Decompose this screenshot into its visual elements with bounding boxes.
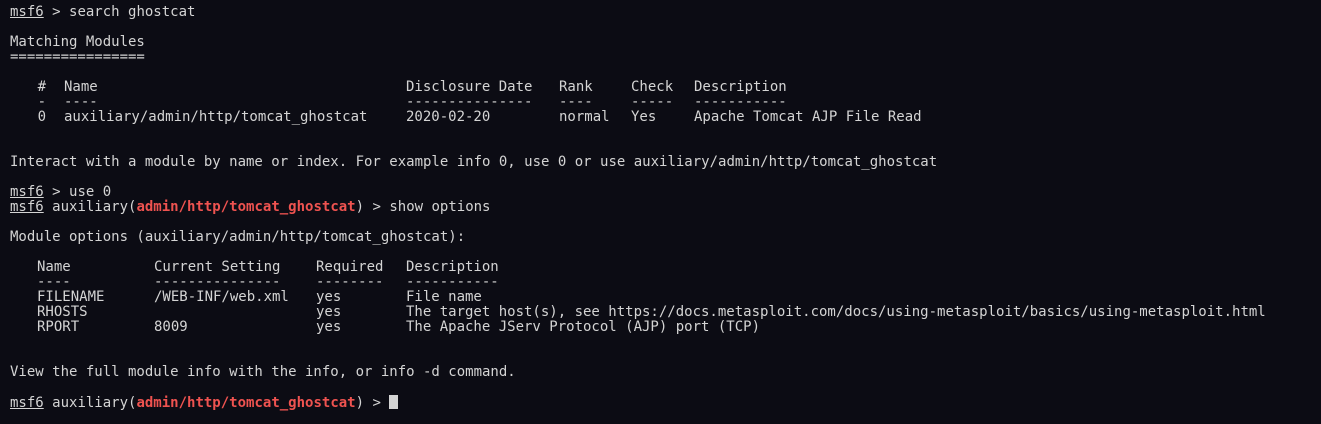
table-row: RPORT 8009 yes The Apache JServ Protocol… <box>10 320 1321 335</box>
row-description: Apache Tomcat AJP File Read <box>694 109 922 125</box>
dash-required: -------- <box>316 274 384 290</box>
header-description: Description <box>694 79 787 95</box>
dash-description: ----------- <box>694 94 787 110</box>
option-name: RPORT <box>37 319 80 335</box>
prompt-user: msf6 <box>10 395 44 411</box>
command-text: search ghostcat <box>69 4 196 20</box>
prompt-module-name: admin/http/tomcat_ghostcat <box>136 199 356 215</box>
prompt-user: msf6 <box>10 4 44 20</box>
dash-current-setting: --------------- <box>154 274 281 290</box>
prompt-module-prefix: auxiliary( <box>52 395 137 411</box>
prompt-separator: > <box>364 199 390 215</box>
header-current-setting: Current Setting <box>154 259 281 275</box>
row-index: 0 <box>37 109 46 125</box>
option-required: yes <box>316 289 342 305</box>
dash-rank: ---- <box>559 94 593 110</box>
option-current: 8009 <box>154 319 188 335</box>
dash-description: ----------- <box>406 274 499 290</box>
header-name: Name <box>37 259 71 275</box>
dash-date: --------------- <box>406 94 533 110</box>
header-name: Name <box>64 79 98 95</box>
section-underline: ================ <box>10 49 145 65</box>
active-prompt[interactable]: msf6 auxiliary(admin/http/tomcat_ghostca… <box>10 395 1321 411</box>
header-required: Required <box>316 259 384 275</box>
dash-name: ---- <box>37 274 71 290</box>
prompt-module-suffix: ) <box>355 199 365 215</box>
option-required: yes <box>316 319 342 335</box>
table-row: RHOSTS yes The target host(s), see https… <box>10 305 1321 320</box>
row-name: auxiliary/admin/http/tomcat_ghostcat <box>64 109 368 125</box>
row-rank: normal <box>559 109 610 125</box>
options-title: Module options (auxiliary/admin/http/tom… <box>10 229 466 245</box>
footer-text: View the full module info with the info,… <box>10 364 516 380</box>
prompt-user: msf6 <box>10 199 44 215</box>
prompt-module-name: admin/http/tomcat_ghostcat <box>136 395 356 411</box>
option-current <box>154 305 316 320</box>
cursor-block[interactable] <box>389 395 399 409</box>
header-check: Check <box>631 79 674 95</box>
header-index: # <box>37 79 46 95</box>
option-name: RHOSTS <box>37 304 88 320</box>
dash-index: - <box>37 94 46 110</box>
command-line-use: msf6 > use 0 <box>10 185 1321 200</box>
prompt-separator: > <box>364 395 390 411</box>
command-line-show: msf6 auxiliary(admin/http/tomcat_ghostca… <box>10 200 1321 215</box>
prompt-module-suffix: ) <box>355 395 365 411</box>
options-table-header: Name Current Setting Required Descriptio… <box>10 260 1321 275</box>
option-description: The target host(s), see https://docs.met… <box>406 304 1266 320</box>
prompt-separator: > <box>43 184 70 200</box>
option-description: File name <box>406 289 482 305</box>
command-text: use 0 <box>69 184 112 200</box>
header-description: Description <box>406 259 499 275</box>
section-title: Matching Modules <box>10 34 145 50</box>
dash-name: ---- <box>64 94 98 110</box>
command-line-search: msf6 > search ghostcat <box>10 5 1321 20</box>
table-row: 0 auxiliary/admin/http/tomcat_ghostcat 2… <box>10 110 1321 125</box>
prompt-module-prefix: auxiliary( <box>52 199 137 215</box>
prompt-separator: > <box>43 4 70 20</box>
search-table-dashes: - ---- --------------- ---- ----- ------… <box>10 95 1321 110</box>
prompt-user: msf6 <box>10 184 44 200</box>
option-name: FILENAME <box>37 289 105 305</box>
hint-text: Interact with a module by name or index.… <box>10 154 938 170</box>
header-rank: Rank <box>559 79 593 95</box>
option-required: yes <box>316 304 342 320</box>
command-text: show options <box>389 199 491 215</box>
search-table-header: # Name Disclosure Date Rank Check Descri… <box>10 80 1321 95</box>
table-row: FILENAME /WEB-INF/web.xml yes File name <box>10 290 1321 305</box>
option-description: The Apache JServ Protocol (AJP) port (TC… <box>406 319 761 335</box>
row-check: Yes <box>631 109 657 125</box>
dash-check: ----- <box>631 94 674 110</box>
options-table-dashes: ---- --------------- -------- ----------… <box>10 275 1321 290</box>
header-date: Disclosure Date <box>406 79 533 95</box>
row-date: 2020-02-20 <box>406 109 491 125</box>
option-current: /WEB-INF/web.xml <box>154 289 289 305</box>
terminal-output[interactable]: msf6 > search ghostcat Matching Modules … <box>10 5 1321 411</box>
